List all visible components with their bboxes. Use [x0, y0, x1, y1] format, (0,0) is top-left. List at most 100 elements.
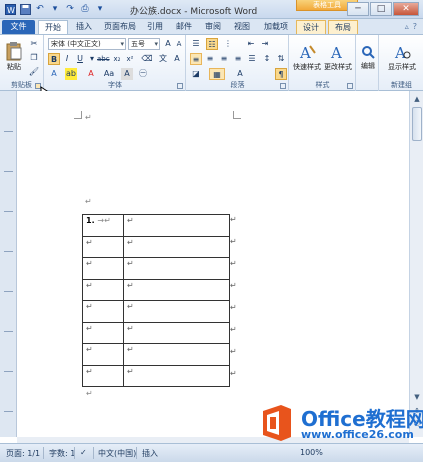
- page-count[interactable]: 页面: 1/1: [6, 448, 40, 459]
- increase-indent-icon[interactable]: ⇥: [259, 38, 271, 50]
- table-cell[interactable]: ↵: [123, 321, 230, 344]
- table-cell[interactable]: 1. →↵: [82, 214, 124, 237]
- minimize-button[interactable]: ─: [347, 2, 369, 16]
- clear-format-icon[interactable]: ⌫: [141, 53, 153, 65]
- shading-icon[interactable]: ◪: [190, 68, 202, 80]
- align-center-icon[interactable]: ≡: [204, 53, 216, 65]
- tab-review[interactable]: 审阅: [200, 20, 226, 34]
- font-size-select[interactable]: 五号: [128, 38, 160, 50]
- font-dialog-launcher[interactable]: [177, 83, 183, 89]
- italic-button[interactable]: I: [61, 53, 73, 65]
- tab-references[interactable]: 引用: [142, 20, 168, 34]
- vertical-scrollbar[interactable]: ▲ ▼ ⇞ ○: [409, 91, 423, 437]
- save-icon[interactable]: [19, 3, 31, 15]
- quick-styles-button[interactable]: A 快速样式: [292, 37, 322, 77]
- change-styles-button[interactable]: A 更改样式: [322, 37, 354, 77]
- tab-layout[interactable]: 布局: [328, 20, 358, 34]
- zoom-level[interactable]: 100%: [300, 448, 323, 457]
- phonetic-icon[interactable]: 文: [157, 53, 169, 65]
- align-left-icon[interactable]: ≡: [190, 53, 202, 65]
- help-icon[interactable]: ?: [413, 22, 417, 31]
- superscript-button[interactable]: x²: [124, 53, 136, 65]
- table-cell[interactable]: ↵: [82, 364, 124, 387]
- paragraph-dialog-launcher[interactable]: [280, 83, 286, 89]
- text-effects-icon[interactable]: A: [48, 68, 60, 80]
- strikethrough-button[interactable]: abc: [97, 53, 110, 65]
- table-cell[interactable]: ↵: [123, 257, 230, 280]
- table-cell[interactable]: ↵: [123, 300, 230, 323]
- table-cell[interactable]: ↵: [82, 300, 124, 323]
- tab-view[interactable]: 视图: [229, 20, 255, 34]
- align-right-icon[interactable]: ≡: [218, 53, 230, 65]
- cell-end-mark: ↵: [86, 237, 93, 247]
- tab-file[interactable]: 文件: [2, 20, 35, 34]
- styles-dialog-launcher[interactable]: [347, 83, 353, 89]
- scroll-thumb[interactable]: [412, 107, 422, 141]
- char-shading-icon[interactable]: A: [121, 68, 133, 80]
- borders-icon[interactable]: ▦: [209, 68, 225, 80]
- scroll-up-icon[interactable]: ▲: [411, 93, 423, 105]
- table-cell[interactable]: ↵: [82, 257, 124, 280]
- undo-icon[interactable]: ↶: [34, 3, 46, 15]
- font-color-icon[interactable]: A: [85, 68, 97, 80]
- underline-button[interactable]: U: [74, 53, 86, 65]
- copy-icon[interactable]: ❐: [28, 52, 40, 64]
- cut-icon[interactable]: ✂: [28, 38, 40, 50]
- print-preview-icon[interactable]: ⎙: [79, 3, 91, 15]
- bullets-icon[interactable]: ☰: [190, 38, 202, 50]
- sort-icon[interactable]: ⇅: [275, 53, 287, 65]
- customize-qat-icon[interactable]: ▾: [94, 3, 106, 15]
- change-case-icon[interactable]: Aa: [103, 68, 115, 80]
- close-button[interactable]: ✕: [393, 2, 419, 16]
- paste-icon: [6, 41, 22, 60]
- cell-end-mark: ↵: [86, 259, 93, 268]
- word-count[interactable]: 字数: 1: [49, 448, 75, 459]
- subscript-button[interactable]: x₂: [111, 53, 123, 65]
- tab-mailings[interactable]: 邮件: [171, 20, 197, 34]
- table-cell[interactable]: ↵: [82, 235, 124, 258]
- editing-button[interactable]: 编辑: [358, 37, 378, 77]
- enclosed-char-icon[interactable]: ㊀: [137, 68, 149, 80]
- decrease-indent-icon[interactable]: ⇤: [245, 38, 257, 50]
- tab-home[interactable]: 开始: [38, 20, 68, 34]
- show-styles-button[interactable]: A 显示样式: [382, 37, 422, 77]
- maximize-button[interactable]: □: [370, 2, 392, 16]
- cell-end-mark: ↵: [86, 323, 93, 333]
- word-app-icon[interactable]: W: [4, 3, 16, 15]
- line-spacing-icon[interactable]: ↕: [261, 53, 273, 65]
- tab-design[interactable]: 设计: [296, 20, 326, 34]
- paste-button[interactable]: 粘贴: [3, 37, 25, 75]
- multilevel-list-icon[interactable]: ⋮: [222, 38, 234, 50]
- highlight-icon[interactable]: ab: [65, 68, 77, 80]
- bold-button[interactable]: B: [48, 53, 60, 65]
- table-row: ↵ ↵: [82, 278, 230, 301]
- language-indicator[interactable]: 中文(中国): [98, 448, 136, 459]
- table-cell[interactable]: ↵: [123, 214, 230, 237]
- ribbon-collapse-icon[interactable]: ▵: [405, 22, 409, 31]
- insert-mode[interactable]: 插入: [142, 448, 158, 459]
- justify-icon[interactable]: ≡: [232, 53, 244, 65]
- table-cell[interactable]: ↵: [82, 321, 124, 344]
- tab-addins[interactable]: 加载项: [258, 20, 294, 34]
- font-name-select[interactable]: 宋体 (中文正文): [48, 38, 126, 50]
- proofing-icon[interactable]: ✓: [80, 448, 87, 457]
- show-marks-icon[interactable]: ¶: [275, 68, 287, 80]
- shrink-font-icon[interactable]: A: [173, 38, 185, 50]
- format-painter-icon[interactable]: 🖌: [28, 66, 40, 78]
- table-cell[interactable]: ↵: [123, 343, 230, 366]
- table-cell[interactable]: ↵: [123, 235, 230, 258]
- numbering-icon[interactable]: ☷: [206, 38, 218, 50]
- document-table[interactable]: 1. →↵ ↵ ↵ ↵ ↵ ↵ ↵ ↵ ↵ ↵ ↵ ↵ ↵ ↵ ↵ ↵: [82, 214, 230, 387]
- redo-icon[interactable]: ↷: [64, 3, 76, 15]
- chevron-down-icon[interactable]: ▾: [49, 3, 61, 15]
- table-cell[interactable]: ↵: [123, 364, 230, 387]
- char-border-icon[interactable]: A: [171, 53, 183, 65]
- tab-insert[interactable]: 插入: [71, 20, 97, 34]
- table-cell[interactable]: ↵: [82, 343, 124, 366]
- distributed-icon[interactable]: ☰: [246, 53, 258, 65]
- chinese-layout-icon[interactable]: A: [234, 68, 246, 80]
- table-cell[interactable]: ↵: [82, 278, 124, 301]
- row-end-mark: ↵: [230, 281, 237, 290]
- tab-page-layout[interactable]: 页面布局: [100, 20, 140, 34]
- table-cell[interactable]: ↵: [123, 278, 230, 301]
